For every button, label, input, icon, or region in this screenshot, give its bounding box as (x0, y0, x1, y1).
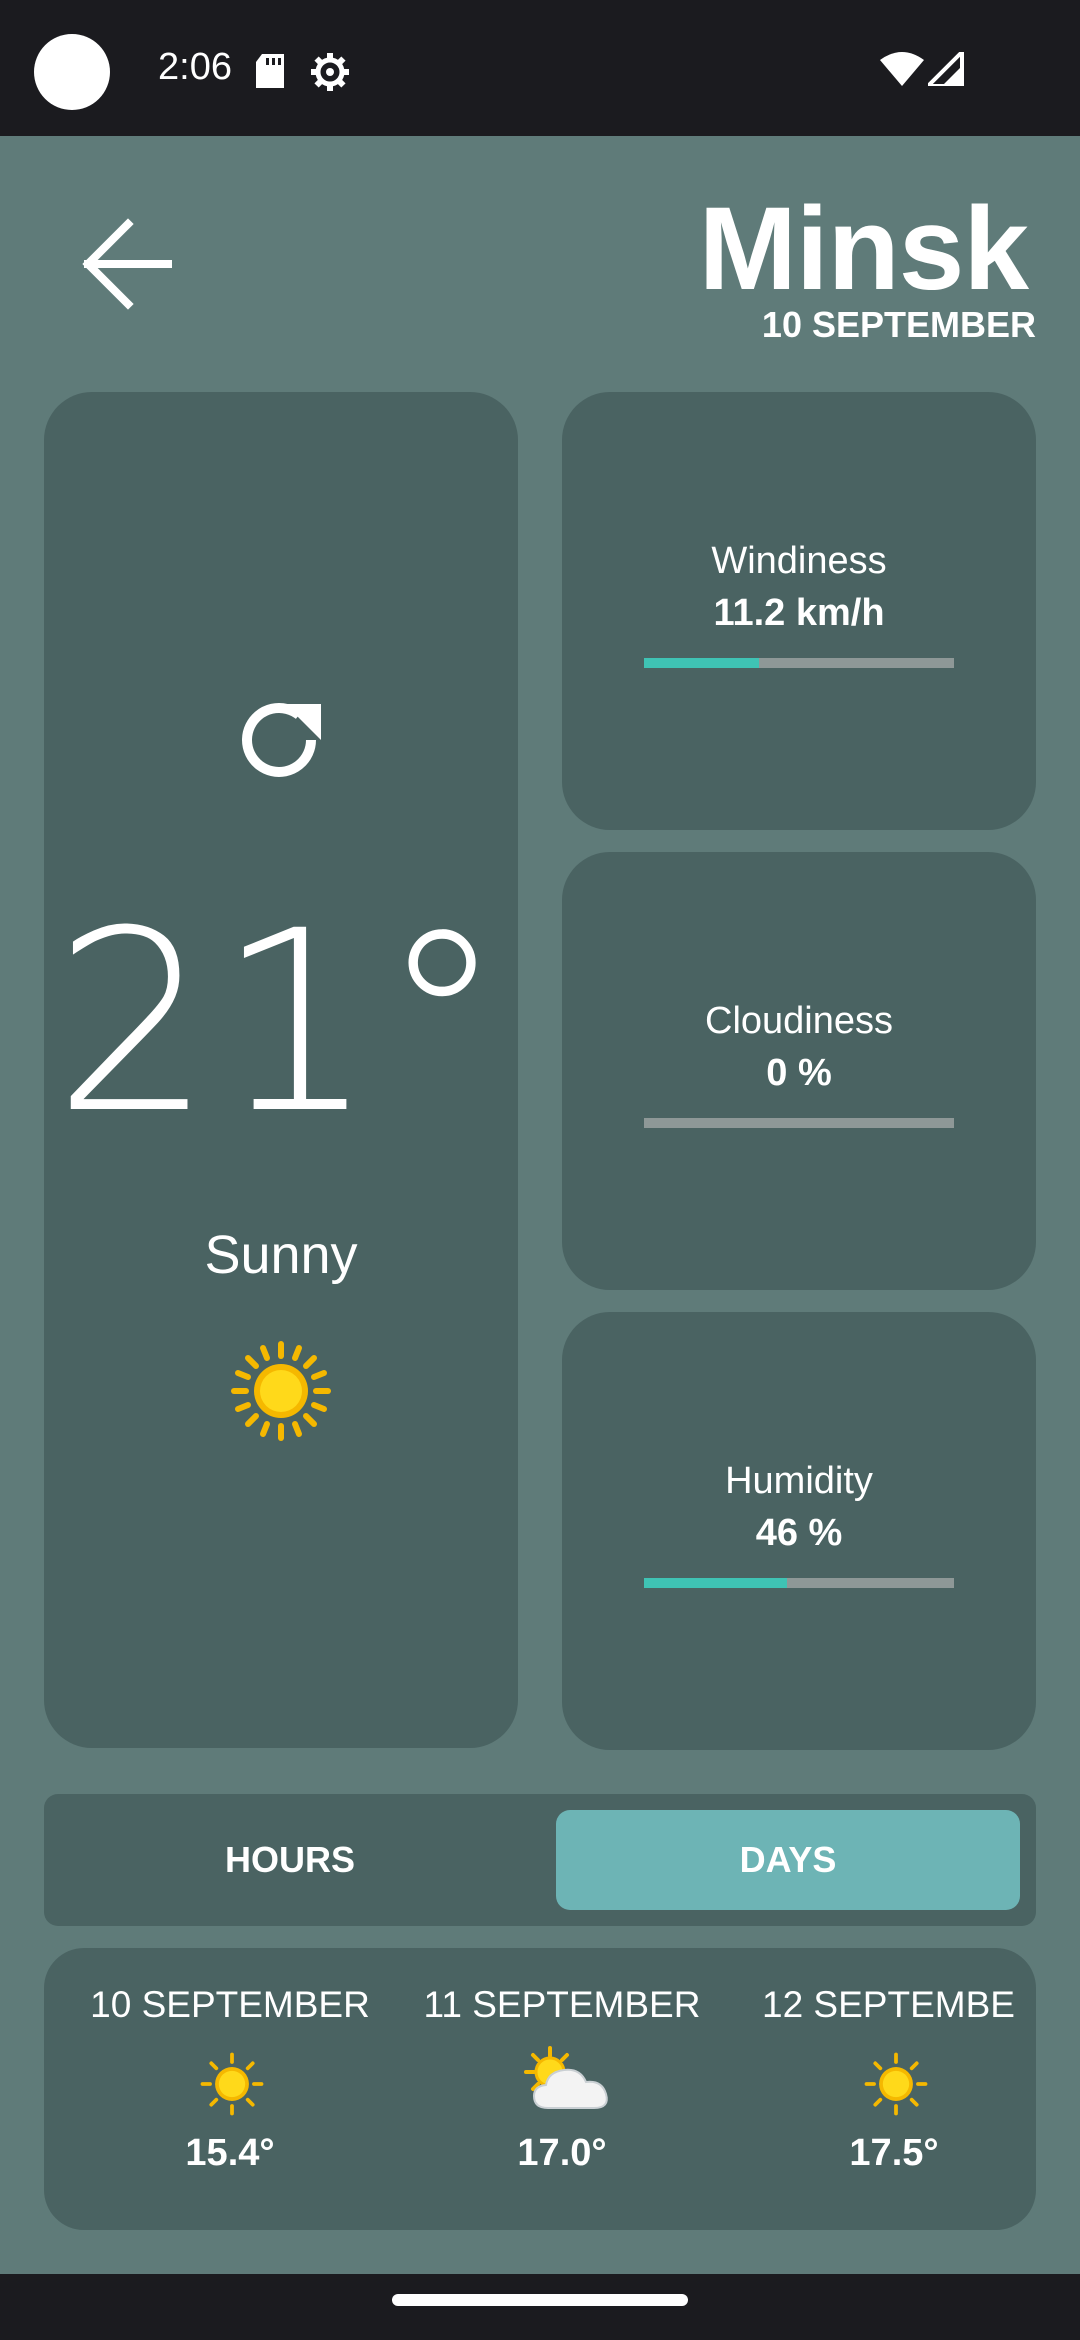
camera-cutout (34, 34, 110, 110)
stat-label: Windiness (711, 540, 887, 582)
stat-label: Cloudiness (705, 1000, 893, 1042)
windiness-card: Windiness 11.2 km/h (562, 392, 1036, 830)
navigation-bar (0, 2274, 1080, 2340)
stat-value: 46 % (755, 1512, 843, 1554)
stat-value: 11.2 km/h (713, 592, 885, 634)
forecast-item[interactable]: 10 SEPTEMBER 15.4° (64, 1948, 396, 2230)
forecast-temperature: 15.4° (185, 2132, 275, 2174)
current-date: 10 SEPTEMBER (761, 304, 1036, 345)
humidity-bar-fill (644, 1578, 787, 1588)
current-temperature: 21° (53, 877, 509, 1168)
windiness-bar (644, 658, 954, 668)
home-gesture-handle[interactable] (392, 2294, 688, 2306)
forecast-date: 10 SEPTEMBER (90, 1984, 370, 2025)
humidity-bar (644, 1578, 954, 1588)
cloudiness-bar (644, 1118, 954, 1128)
hours-days-toggle: HOURS DAYS (44, 1794, 1036, 1926)
forecast-item[interactable]: 12 SEPTEMBE 17.5° (728, 1948, 1036, 2230)
sun-behind-cloud-icon (522, 2046, 618, 2123)
gear-icon (310, 52, 350, 97)
stat-label: Humidity (725, 1460, 873, 1502)
tab-days[interactable]: DAYS (556, 1810, 1020, 1910)
arrow-left-icon (80, 218, 176, 316)
forecast-date: 12 SEPTEMBE (762, 1984, 1015, 2025)
status-bar: 2:06 (0, 0, 1080, 136)
wifi-icon (880, 52, 924, 91)
sun-icon (230, 1340, 332, 1447)
current-weather-card: 21° Sunny (44, 392, 518, 1748)
sun-icon (864, 2052, 928, 2121)
forecast-temperature: 17.0° (517, 2132, 607, 2174)
windiness-bar-fill (644, 658, 759, 668)
status-time: 2:06 (158, 46, 232, 88)
city-name: Minsk (698, 183, 1029, 315)
forecast-date: 11 SEPTEMBER (423, 1984, 701, 2025)
humidity-card: Humidity 46 % (562, 1312, 1036, 1750)
stat-value: 0 % (766, 1052, 832, 1094)
back-button[interactable] (80, 216, 190, 326)
signal-icon (923, 47, 964, 91)
cloudiness-card: Cloudiness 0 % (562, 852, 1036, 1290)
weather-condition: Sunny (204, 1225, 358, 1285)
tab-hours[interactable]: HOURS (60, 1810, 520, 1910)
sd-card-icon (256, 54, 284, 93)
forecast-temperature: 17.5° (849, 2132, 939, 2174)
forecast-item[interactable]: 11 SEPTEMBER 17.0° (396, 1948, 728, 2230)
sun-icon (200, 2052, 264, 2121)
weather-screen: Minsk 10 SEPTEMBER 21° Sunny Windiness 1… (0, 136, 1080, 2274)
refresh-icon[interactable] (231, 690, 331, 795)
daily-forecast-list: 10 SEPTEMBER 15.4° 11 SEPTEMBER 17.0° 12… (44, 1948, 1036, 2230)
